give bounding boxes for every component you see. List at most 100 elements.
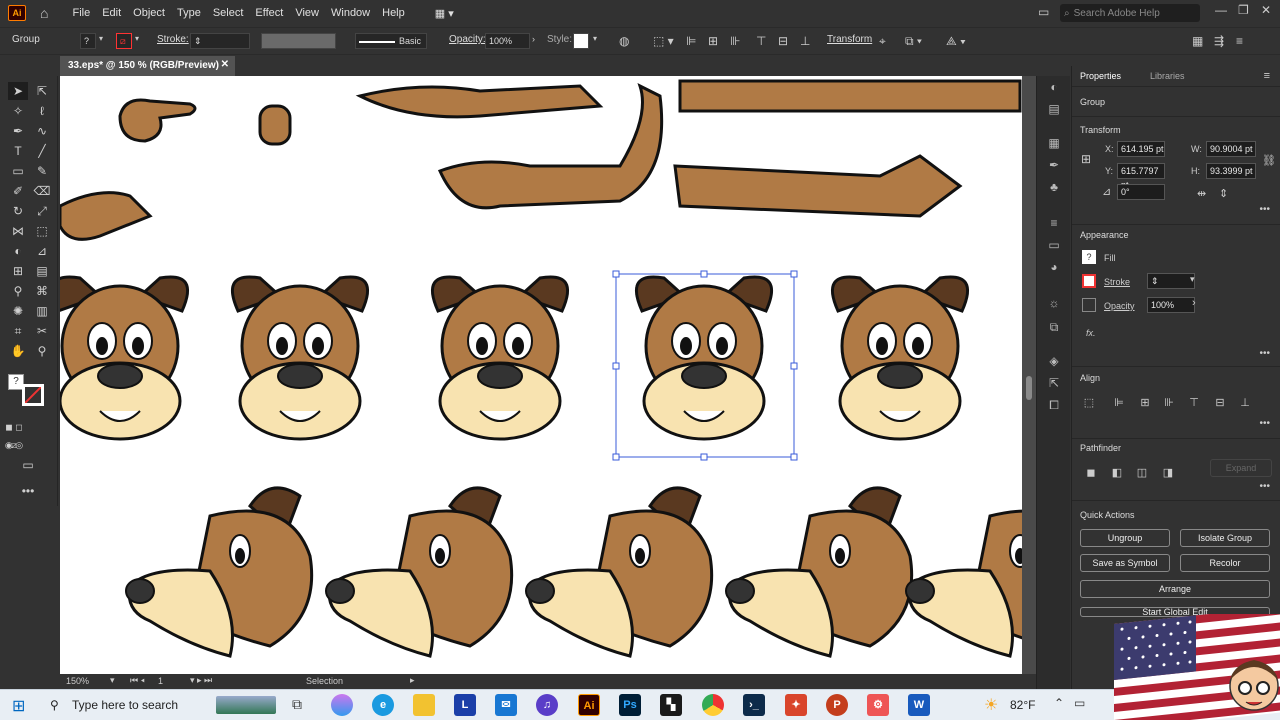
magic-wand-icon[interactable]: ✧ [8, 102, 28, 120]
shaper-icon[interactable]: ✐ [8, 182, 28, 200]
slice-tool-icon[interactable]: ✂ [32, 322, 52, 340]
eyedropper-icon[interactable]: ⚲ [8, 282, 28, 300]
minus-front-icon[interactable]: ◧ [1110, 466, 1124, 480]
symbols-icon[interactable]: ♣ [1046, 180, 1062, 194]
powerpoint-icon[interactable]: P [826, 694, 848, 716]
recolor-button[interactable]: Recolor [1180, 554, 1270, 572]
align-right-icon[interactable]: ⊪ [1162, 396, 1176, 410]
maximize-icon[interactable]: ❐ [1238, 3, 1249, 17]
width-tool-icon[interactable]: ⋈ [8, 222, 28, 240]
align-bottom-icon[interactable]: ⊥ [800, 34, 810, 48]
stroke-icon[interactable]: ≡ [1046, 216, 1062, 230]
opacity-label[interactable]: Opacity [1104, 301, 1135, 311]
document-tab[interactable]: 33.eps* @ 150 % (RGB/Preview) ✕ [60, 56, 235, 76]
zoom-tool-icon[interactable]: ⚲ [32, 342, 52, 360]
align-left-icon[interactable]: ⊫ [1112, 396, 1126, 410]
stroke-swatch[interactable] [1082, 274, 1096, 288]
rotation-field[interactable]: 0° [1117, 184, 1165, 200]
photoshop-taskbar-icon[interactable]: Ps [619, 694, 641, 716]
ungroup-button[interactable]: Ungroup [1080, 529, 1170, 547]
task-view-icon[interactable]: ⧉ [292, 696, 302, 713]
chevron-right-icon[interactable]: › [532, 34, 535, 44]
vertical-scrollbar[interactable] [1022, 76, 1036, 674]
type-tool-icon[interactable]: T [8, 142, 28, 160]
appearance-icon[interactable]: ☼ [1046, 296, 1062, 310]
stroke-weight-field[interactable]: ⇕ [1147, 273, 1195, 289]
menu-help[interactable]: Help [376, 7, 411, 19]
align-vcenter-icon[interactable]: ⊟ [1213, 396, 1227, 410]
menu-view[interactable]: View [289, 7, 325, 19]
align-left-icon[interactable]: ⊫ [686, 34, 696, 48]
constrain-proportions-icon[interactable]: ⛓ [1262, 154, 1276, 167]
tray-chevron-icon[interactable]: ⌃ [1054, 696, 1064, 710]
illustrator-taskbar-icon[interactable]: Ai [578, 694, 600, 716]
align-hcenter-icon[interactable]: ⊞ [1138, 396, 1152, 410]
pen-tool-icon[interactable]: ✒ [8, 122, 28, 140]
transform-icon[interactable]: ⌖ [879, 34, 886, 49]
artboard-tool-icon[interactable]: ⌗ [8, 322, 28, 340]
windows-start-icon[interactable]: ⊞ [12, 696, 25, 716]
libraries-icon[interactable]: ▦ [1046, 136, 1062, 150]
shape-builder-icon[interactable]: ◐ [8, 242, 28, 260]
artboards-icon[interactable]: ⧠ [1046, 398, 1062, 412]
opacity-field[interactable]: 100% [1147, 297, 1195, 313]
line-tool-icon[interactable]: ╱ [32, 142, 52, 160]
transform-link[interactable]: Transform [827, 34, 872, 45]
flip-horizontal-icon[interactable]: ⇹ [1197, 187, 1206, 200]
brush-definition-field[interactable]: Basic [355, 33, 427, 49]
intersect-icon[interactable]: ◫ [1135, 466, 1149, 480]
h-field[interactable]: 93.3999 pt [1206, 163, 1256, 179]
more-options-icon[interactable]: ••• [1259, 481, 1270, 492]
chevron-right-icon[interactable]: ▸ [410, 675, 415, 686]
word-icon[interactable]: W [908, 694, 930, 716]
panel-toggle-icon[interactable]: ▭ [1038, 5, 1049, 19]
file-explorer-icon[interactable] [413, 694, 435, 716]
gradient-icon[interactable]: ▭ [1046, 238, 1062, 252]
taskbar-search-input[interactable]: ⚲ Type here to search [42, 692, 214, 719]
variable-width-field[interactable] [261, 33, 336, 49]
gradient-icon[interactable]: ▤ [32, 262, 52, 280]
lasso-icon[interactable]: ℓ [32, 102, 52, 120]
align-top-icon[interactable]: ⊤ [756, 34, 766, 48]
news-icon[interactable] [216, 696, 276, 714]
draw-mode-icon[interactable]: ◉ ◎ [4, 436, 24, 454]
graph-tool-icon[interactable]: ▥ [32, 302, 52, 320]
color-guide-icon[interactable]: ◐ [1046, 80, 1062, 94]
symbol-sprayer-icon[interactable]: ✺ [8, 302, 28, 320]
artboard-canvas[interactable] [60, 76, 1022, 674]
more-options-icon[interactable]: ••• [1259, 348, 1270, 359]
save-as-symbol-button[interactable]: Save as Symbol [1080, 554, 1170, 572]
distribute-icon[interactable]: ⇶ [1214, 34, 1224, 48]
menu-select[interactable]: Select [207, 7, 250, 19]
tab-properties[interactable]: Properties [1080, 71, 1121, 81]
unite-icon[interactable]: ◼ [1084, 466, 1098, 480]
menu-type[interactable]: Type [171, 7, 207, 19]
align-right-icon[interactable]: ⊪ [730, 34, 740, 48]
perspective-icon[interactable]: ⊿ [32, 242, 52, 260]
selection-tool-icon[interactable]: ➤ [8, 82, 28, 100]
chevron-down-icon[interactable]: ▾ [1190, 274, 1195, 285]
edge-icon[interactable]: e [372, 694, 394, 716]
y-field[interactable]: 615.7797 pt [1117, 163, 1165, 190]
terminal-icon[interactable]: ›_ [743, 694, 765, 716]
x-field[interactable]: 614.195 pt [1117, 141, 1165, 157]
fx-button[interactable]: fx. [1086, 328, 1096, 338]
stroke-label[interactable]: Stroke [1104, 277, 1130, 287]
menu-effect[interactable]: Effect [249, 7, 289, 19]
scroll-thumb[interactable] [1026, 376, 1032, 400]
headphones-icon[interactable]: ♫ [536, 694, 558, 716]
app-l-icon[interactable]: L [454, 694, 476, 716]
scale-icon[interactable]: ⤢ [32, 202, 52, 220]
artboard-nav-icon[interactable]: ⏮ ◂ [130, 675, 145, 686]
puppet-icon[interactable]: ⟁ ▾ [946, 34, 966, 49]
w-field[interactable]: 90.9004 pt [1206, 141, 1256, 157]
direct-selection-tool-icon[interactable]: ⇱ [32, 82, 52, 100]
transparency-icon[interactable]: ◕ [1046, 260, 1062, 274]
mail-icon[interactable]: ✉ [495, 694, 517, 716]
menu-edit[interactable]: Edit [96, 7, 127, 19]
stroke-swatch[interactable]: ⧄ [116, 33, 132, 49]
chevron-right-icon[interactable]: › [1192, 297, 1196, 309]
mesh-icon[interactable]: ⊞ [8, 262, 28, 280]
reference-point-icon[interactable]: ⊞ [1081, 152, 1091, 166]
hand-tool-icon[interactable]: ✋ [8, 342, 28, 360]
